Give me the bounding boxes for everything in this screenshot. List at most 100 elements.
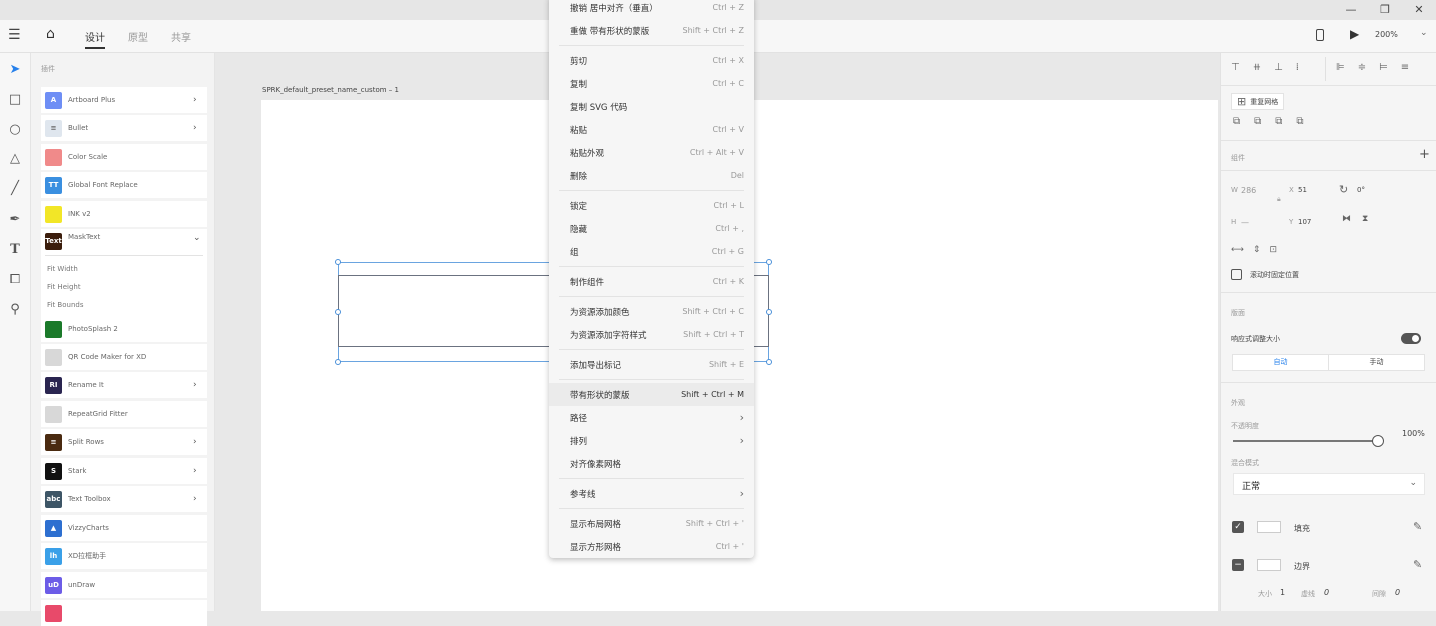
chevron-icon[interactable]: › xyxy=(193,494,207,504)
chevron-icon[interactable]: › xyxy=(193,380,207,390)
rectangle-tool-icon[interactable]: □ xyxy=(5,90,25,110)
rotate-icon[interactable]: ↻ xyxy=(1339,183,1348,196)
fill-eyedropper-icon[interactable]: ✎ xyxy=(1413,520,1422,533)
flip-vertical-icon[interactable]: ⧗ xyxy=(1362,214,1368,224)
plugin-item[interactable] xyxy=(41,600,207,626)
menu-item[interactable]: 对齐像素网格 xyxy=(549,452,754,475)
chevron-icon[interactable]: › xyxy=(193,437,207,447)
rotation-field[interactable]: 0° xyxy=(1357,186,1365,194)
resize-handle[interactable] xyxy=(335,309,341,315)
zoom-level[interactable]: 200% xyxy=(1375,30,1398,39)
artboard-name[interactable]: SPRK_default_preset_name_custom – 1 xyxy=(262,86,399,94)
boolean-ops-icons[interactable]: ⧉⧉⧉⧉ xyxy=(1233,116,1318,127)
distribute-icons[interactable]: ⊫≑⊨≡ xyxy=(1336,62,1422,73)
line-tool-icon[interactable]: ╱ xyxy=(5,179,25,199)
menu-item[interactable]: 复制Ctrl + C xyxy=(549,72,754,95)
text-tool-icon[interactable]: T xyxy=(5,240,25,260)
plugin-item[interactable]: PhotoSplash 2 xyxy=(41,316,207,342)
menu-item[interactable]: 撤销 居中对齐（垂直）Ctrl + Z xyxy=(549,0,754,19)
plugin-item[interactable]: ▲VizzyCharts xyxy=(41,515,207,541)
lock-aspect-icon[interactable]: 🔒︎ xyxy=(1277,195,1281,204)
tab-prototype[interactable]: 原型 xyxy=(128,29,148,44)
resize-handle[interactable] xyxy=(766,259,772,265)
menu-item[interactable]: 剪切Ctrl + X xyxy=(549,49,754,72)
menu-item[interactable]: 重做 带有形状的蒙版Shift + Ctrl + Z xyxy=(549,19,754,42)
resize-handle[interactable] xyxy=(766,359,772,365)
opacity-slider-thumb[interactable] xyxy=(1372,435,1384,447)
menu-item[interactable]: 锁定Ctrl + L xyxy=(549,194,754,217)
menu-item[interactable]: 为资源添加字符样式Shift + Ctrl + T xyxy=(549,323,754,346)
masktext-subcommand[interactable]: Fit Bounds xyxy=(47,301,83,309)
zoom-tool-icon[interactable]: ⚲ xyxy=(5,300,25,320)
width-field[interactable]: 286 xyxy=(1241,186,1256,195)
menu-item[interactable]: 复制 SVG 代码 xyxy=(549,95,754,118)
pen-tool-icon[interactable]: ✒ xyxy=(5,210,25,230)
zoom-dropdown-chevron-icon[interactable]: ⌄ xyxy=(1420,28,1428,38)
menu-item[interactable]: 粘贴外观Ctrl + Alt + V xyxy=(549,141,754,164)
menu-item[interactable]: 添加导出标记Shift + E xyxy=(549,353,754,376)
flip-horizontal-icon[interactable]: ⧓ xyxy=(1342,214,1351,224)
tab-share[interactable]: 共享 xyxy=(171,29,191,44)
menu-item[interactable]: 隐藏Ctrl + , xyxy=(549,217,754,240)
plugin-item[interactable]: QR Code Maker for XD xyxy=(41,344,207,370)
minimize-button[interactable]: — xyxy=(1334,0,1368,20)
fix-position-checkbox[interactable] xyxy=(1231,269,1242,280)
resize-handle[interactable] xyxy=(335,259,341,265)
opacity-value[interactable]: 100% xyxy=(1402,429,1425,438)
resize-handle[interactable] xyxy=(766,309,772,315)
menu-item[interactable]: 带有形状的蒙版Shift + Ctrl + M xyxy=(549,383,754,406)
gap-field[interactable]: 0 xyxy=(1395,588,1400,597)
menu-item[interactable]: 为资源添加颜色Shift + Ctrl + C xyxy=(549,300,754,323)
plugin-item[interactable]: ≡Split Rows› xyxy=(41,429,207,455)
border-checkbox[interactable]: − xyxy=(1232,559,1244,571)
select-tool-icon[interactable]: ➤ xyxy=(5,60,25,80)
menu-item[interactable]: 删除Del xyxy=(549,164,754,187)
repeat-grid-button[interactable]: ⊞重复网格 xyxy=(1231,93,1284,110)
plugin-item[interactable]: ≡Bullet› xyxy=(41,115,207,141)
border-color-swatch[interactable] xyxy=(1257,559,1281,571)
plugin-item[interactable]: uDunDraw xyxy=(41,572,207,598)
menu-item[interactable]: 排列› xyxy=(549,429,754,452)
plugin-item[interactable]: Color Scale xyxy=(41,144,207,170)
restore-button[interactable]: ❐ xyxy=(1368,0,1402,20)
height-field[interactable]: — xyxy=(1241,218,1249,227)
plugin-item[interactable]: RIRename It› xyxy=(41,372,207,398)
add-component-icon[interactable]: + xyxy=(1419,147,1430,162)
x-field[interactable]: 51 xyxy=(1298,186,1307,194)
chevron-icon[interactable]: › xyxy=(193,123,207,133)
y-field[interactable]: 107 xyxy=(1298,218,1311,226)
plugin-item[interactable]: AArtboard Plus› xyxy=(41,87,207,113)
menu-item[interactable]: 显示布局网格Shift + Ctrl + ' xyxy=(549,512,754,535)
menu-item[interactable]: 路径› xyxy=(549,406,754,429)
plugin-item[interactable]: SStark› xyxy=(41,458,207,484)
masktext-subcommand[interactable]: Fit Height xyxy=(47,283,81,291)
plugin-item[interactable]: abcText Toolbox› xyxy=(41,486,207,512)
device-preview-icon[interactable] xyxy=(1316,29,1324,41)
auto-option[interactable]: 自动 xyxy=(1233,355,1329,370)
ellipse-tool-icon[interactable]: ○ xyxy=(5,120,25,140)
opacity-slider-track[interactable] xyxy=(1233,440,1378,442)
close-button[interactable]: ✕ xyxy=(1402,0,1436,20)
play-preview-icon[interactable]: ▶ xyxy=(1350,27,1359,41)
border-size-field[interactable]: 1 xyxy=(1280,588,1285,597)
border-eyedropper-icon[interactable]: ✎ xyxy=(1413,558,1422,571)
plugin-item[interactable]: RepeatGrid Fitter xyxy=(41,401,207,427)
chevron-icon[interactable]: › xyxy=(193,466,207,476)
plugin-item[interactable]: INK v2 xyxy=(41,201,207,227)
dash-field[interactable]: 0 xyxy=(1324,588,1329,597)
polygon-tool-icon[interactable]: △ xyxy=(5,149,25,169)
padding-icons[interactable]: ⟷⇕⊡ xyxy=(1231,245,1286,255)
menu-item[interactable]: 粘贴Ctrl + V xyxy=(549,118,754,141)
fill-checkbox[interactable]: ✓ xyxy=(1232,521,1244,533)
blend-mode-dropdown[interactable]: 正常 ⌄ xyxy=(1233,473,1425,495)
chevron-icon[interactable]: › xyxy=(193,95,207,105)
menu-item[interactable]: 组Ctrl + G xyxy=(549,240,754,263)
resize-handle[interactable] xyxy=(335,359,341,365)
artboard-tool-icon[interactable]: ⧠ xyxy=(5,270,25,290)
tab-design[interactable]: 设计 xyxy=(85,29,105,44)
align-icons[interactable]: ⊤⧺⊥⁞ xyxy=(1231,62,1312,73)
hamburger-menu-icon[interactable]: ☰ xyxy=(8,27,21,43)
masktext-subcommand[interactable]: Fit Width xyxy=(47,265,78,273)
plugin-item[interactable]: lhXD拉框助手 xyxy=(41,543,207,569)
responsive-resize-toggle[interactable] xyxy=(1401,333,1421,344)
